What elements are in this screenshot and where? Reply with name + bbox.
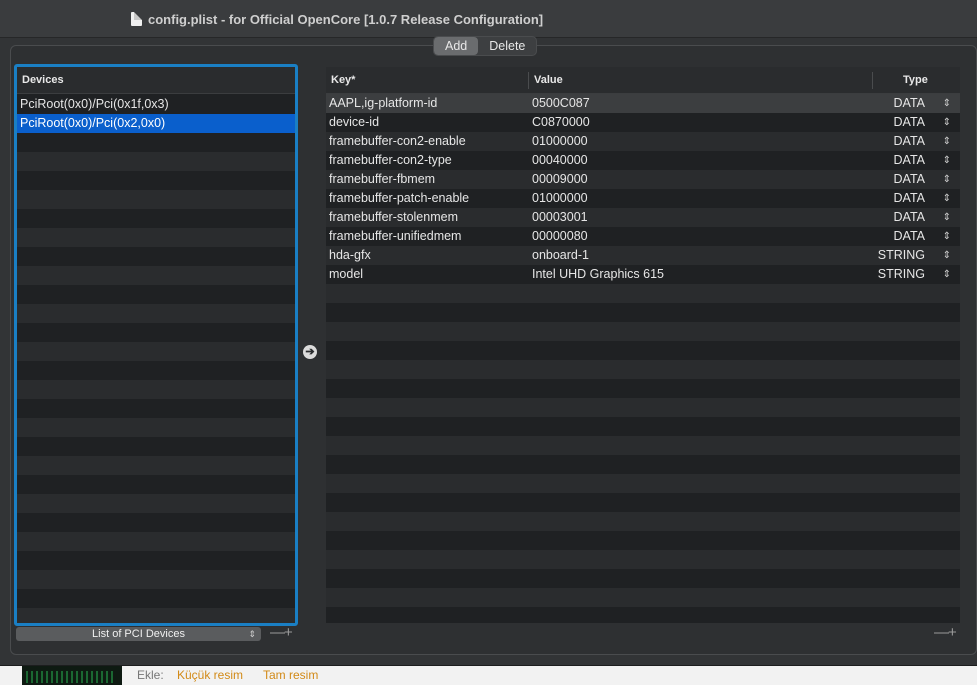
row-type[interactable]: DATA xyxy=(894,132,925,151)
row-key: framebuffer-con2-type xyxy=(329,153,452,167)
column-divider[interactable] xyxy=(872,72,873,89)
stepper-icon[interactable]: ⇕ xyxy=(943,132,951,151)
row-key: device-id xyxy=(329,115,380,129)
row-value[interactable]: 01000000 xyxy=(532,132,588,151)
screen: config.plist - for Official OpenCore [1.… xyxy=(0,0,977,685)
table-row[interactable]: framebuffer-con2-type 00040000 DATA ⇕ xyxy=(326,151,960,170)
column-header-key[interactable]: Key* xyxy=(331,67,355,94)
row-value[interactable]: 00000080 xyxy=(532,227,588,246)
row-type[interactable]: DATA xyxy=(894,151,925,170)
row-value[interactable]: onboard-1 xyxy=(532,246,589,265)
stepper-icon[interactable]: ⇕ xyxy=(943,208,951,227)
window-title: config.plist - for Official OpenCore [1.… xyxy=(131,9,543,29)
row-key: hda-gfx xyxy=(329,248,371,262)
window-title-text: config.plist - for Official OpenCore [1.… xyxy=(148,11,544,27)
row-key: framebuffer-stolenmem xyxy=(329,210,458,224)
table-row[interactable]: framebuffer-fbmem 00009000 DATA ⇕ xyxy=(326,170,960,189)
add-delete-segmented-control: Add Delete xyxy=(433,36,538,56)
column-header-value[interactable]: Value xyxy=(534,67,563,94)
properties-rows: AAPL,ig-platform-id 0500C087 DATA ⇕ devi… xyxy=(326,94,960,623)
properties-footer: — + xyxy=(934,625,964,642)
remove-device-button[interactable]: — xyxy=(270,625,285,641)
pci-select-label: List of PCI Devices xyxy=(92,628,185,640)
table-row[interactable]: framebuffer-con2-enable 01000000 DATA ⇕ xyxy=(326,132,960,151)
row-key: framebuffer-fbmem xyxy=(329,172,436,186)
table-row[interactable]: framebuffer-unifiedmem 00000080 DATA ⇕ xyxy=(326,227,960,246)
plist-editor-window: config.plist - for Official OpenCore [1.… xyxy=(0,0,977,666)
devices-footer: List of PCI Devices ⇕ — + xyxy=(16,625,298,642)
stepper-icon[interactable]: ⇕ xyxy=(943,246,951,265)
stepper-icon[interactable]: ⇕ xyxy=(943,189,951,208)
small-image-link[interactable]: Küçük resim xyxy=(177,668,243,682)
row-type[interactable]: DATA xyxy=(894,189,925,208)
devices-rows: PciRoot(0x0)/Pci(0x1f,0x3) PciRoot(0x0)/… xyxy=(17,95,295,623)
full-image-link[interactable]: Tam resim xyxy=(263,668,318,682)
chevron-updown-icon: ⇕ xyxy=(248,629,256,639)
properties-header: Key* Value Type xyxy=(326,67,960,94)
stepper-icon[interactable]: ⇕ xyxy=(943,265,951,284)
stepper-icon[interactable]: ⇕ xyxy=(943,113,951,132)
table-row[interactable]: device-id C0870000 DATA ⇕ xyxy=(326,113,960,132)
row-type[interactable]: DATA xyxy=(894,94,925,113)
table-row[interactable]: AAPL,ig-platform-id 0500C087 DATA ⇕ xyxy=(326,94,960,113)
pci-devices-select[interactable]: List of PCI Devices ⇕ xyxy=(16,627,261,641)
table-row[interactable]: framebuffer-stolenmem 00003001 DATA ⇕ xyxy=(326,208,960,227)
delete-button[interactable]: Delete xyxy=(478,37,536,55)
devices-column-header[interactable]: Devices xyxy=(17,67,295,94)
row-type[interactable]: DATA xyxy=(894,208,925,227)
row-key: framebuffer-unifiedmem xyxy=(329,229,462,243)
row-type[interactable]: STRING xyxy=(878,265,925,284)
document-icon xyxy=(131,12,142,26)
row-key: framebuffer-patch-enable xyxy=(329,191,470,205)
arrow-right-circle-icon[interactable]: ➔ xyxy=(303,345,317,359)
row-value[interactable]: Intel UHD Graphics 615 xyxy=(532,265,664,284)
row-type[interactable]: DATA xyxy=(894,113,925,132)
row-value[interactable]: 01000000 xyxy=(532,189,588,208)
stepper-icon[interactable]: ⇕ xyxy=(943,94,951,113)
row-key: model xyxy=(329,267,364,281)
row-value[interactable]: 0500C087 xyxy=(532,94,590,113)
row-type[interactable]: STRING xyxy=(878,246,925,265)
device-label: PciRoot(0x0)/Pci(0x2,0x0) xyxy=(20,116,166,130)
row-type[interactable]: DATA xyxy=(894,227,925,246)
row-value[interactable]: 00003001 xyxy=(532,208,588,227)
screenshot-thumbnail[interactable] xyxy=(22,666,122,685)
add-property-button[interactable]: + xyxy=(948,625,957,641)
add-button[interactable]: Add xyxy=(434,37,479,55)
table-row[interactable]: framebuffer-patch-enable 01000000 DATA ⇕ xyxy=(326,189,960,208)
row-value[interactable]: C0870000 xyxy=(532,113,590,132)
table-row[interactable]: hda-gfx onboard-1 STRING ⇕ xyxy=(326,246,960,265)
stepper-icon[interactable]: ⇕ xyxy=(943,151,951,170)
row-key: AAPL,ig-platform-id xyxy=(329,96,438,110)
title-bar[interactable]: config.plist - for Official OpenCore [1.… xyxy=(0,0,977,38)
devices-list[interactable]: Devices PciRoot(0x0)/Pci(0x1f,0x3) PciRo… xyxy=(14,64,298,626)
column-divider[interactable] xyxy=(528,72,529,89)
row-value[interactable]: 00040000 xyxy=(532,151,588,170)
properties-table[interactable]: Key* Value Type AAPL,ig-platform-id 0500… xyxy=(326,67,960,623)
row-value[interactable]: 00009000 xyxy=(532,170,588,189)
device-label: PciRoot(0x0)/Pci(0x1f,0x3) xyxy=(20,97,169,111)
device-row-selected[interactable]: PciRoot(0x0)/Pci(0x2,0x0) xyxy=(17,114,295,133)
ekle-label: Ekle: xyxy=(137,668,164,682)
row-key: framebuffer-con2-enable xyxy=(329,134,466,148)
column-header-type[interactable]: Type xyxy=(903,67,928,94)
remove-property-button[interactable]: — xyxy=(934,625,949,641)
background-page-strip: Ekle: Küçük resim Tam resim xyxy=(0,666,977,685)
add-device-button[interactable]: + xyxy=(284,625,293,641)
stepper-icon[interactable]: ⇕ xyxy=(943,227,951,246)
device-row[interactable]: PciRoot(0x0)/Pci(0x1f,0x3) xyxy=(17,95,295,114)
stepper-icon[interactable]: ⇕ xyxy=(943,170,951,189)
table-row[interactable]: model Intel UHD Graphics 615 STRING ⇕ xyxy=(326,265,960,284)
row-type[interactable]: DATA xyxy=(894,170,925,189)
